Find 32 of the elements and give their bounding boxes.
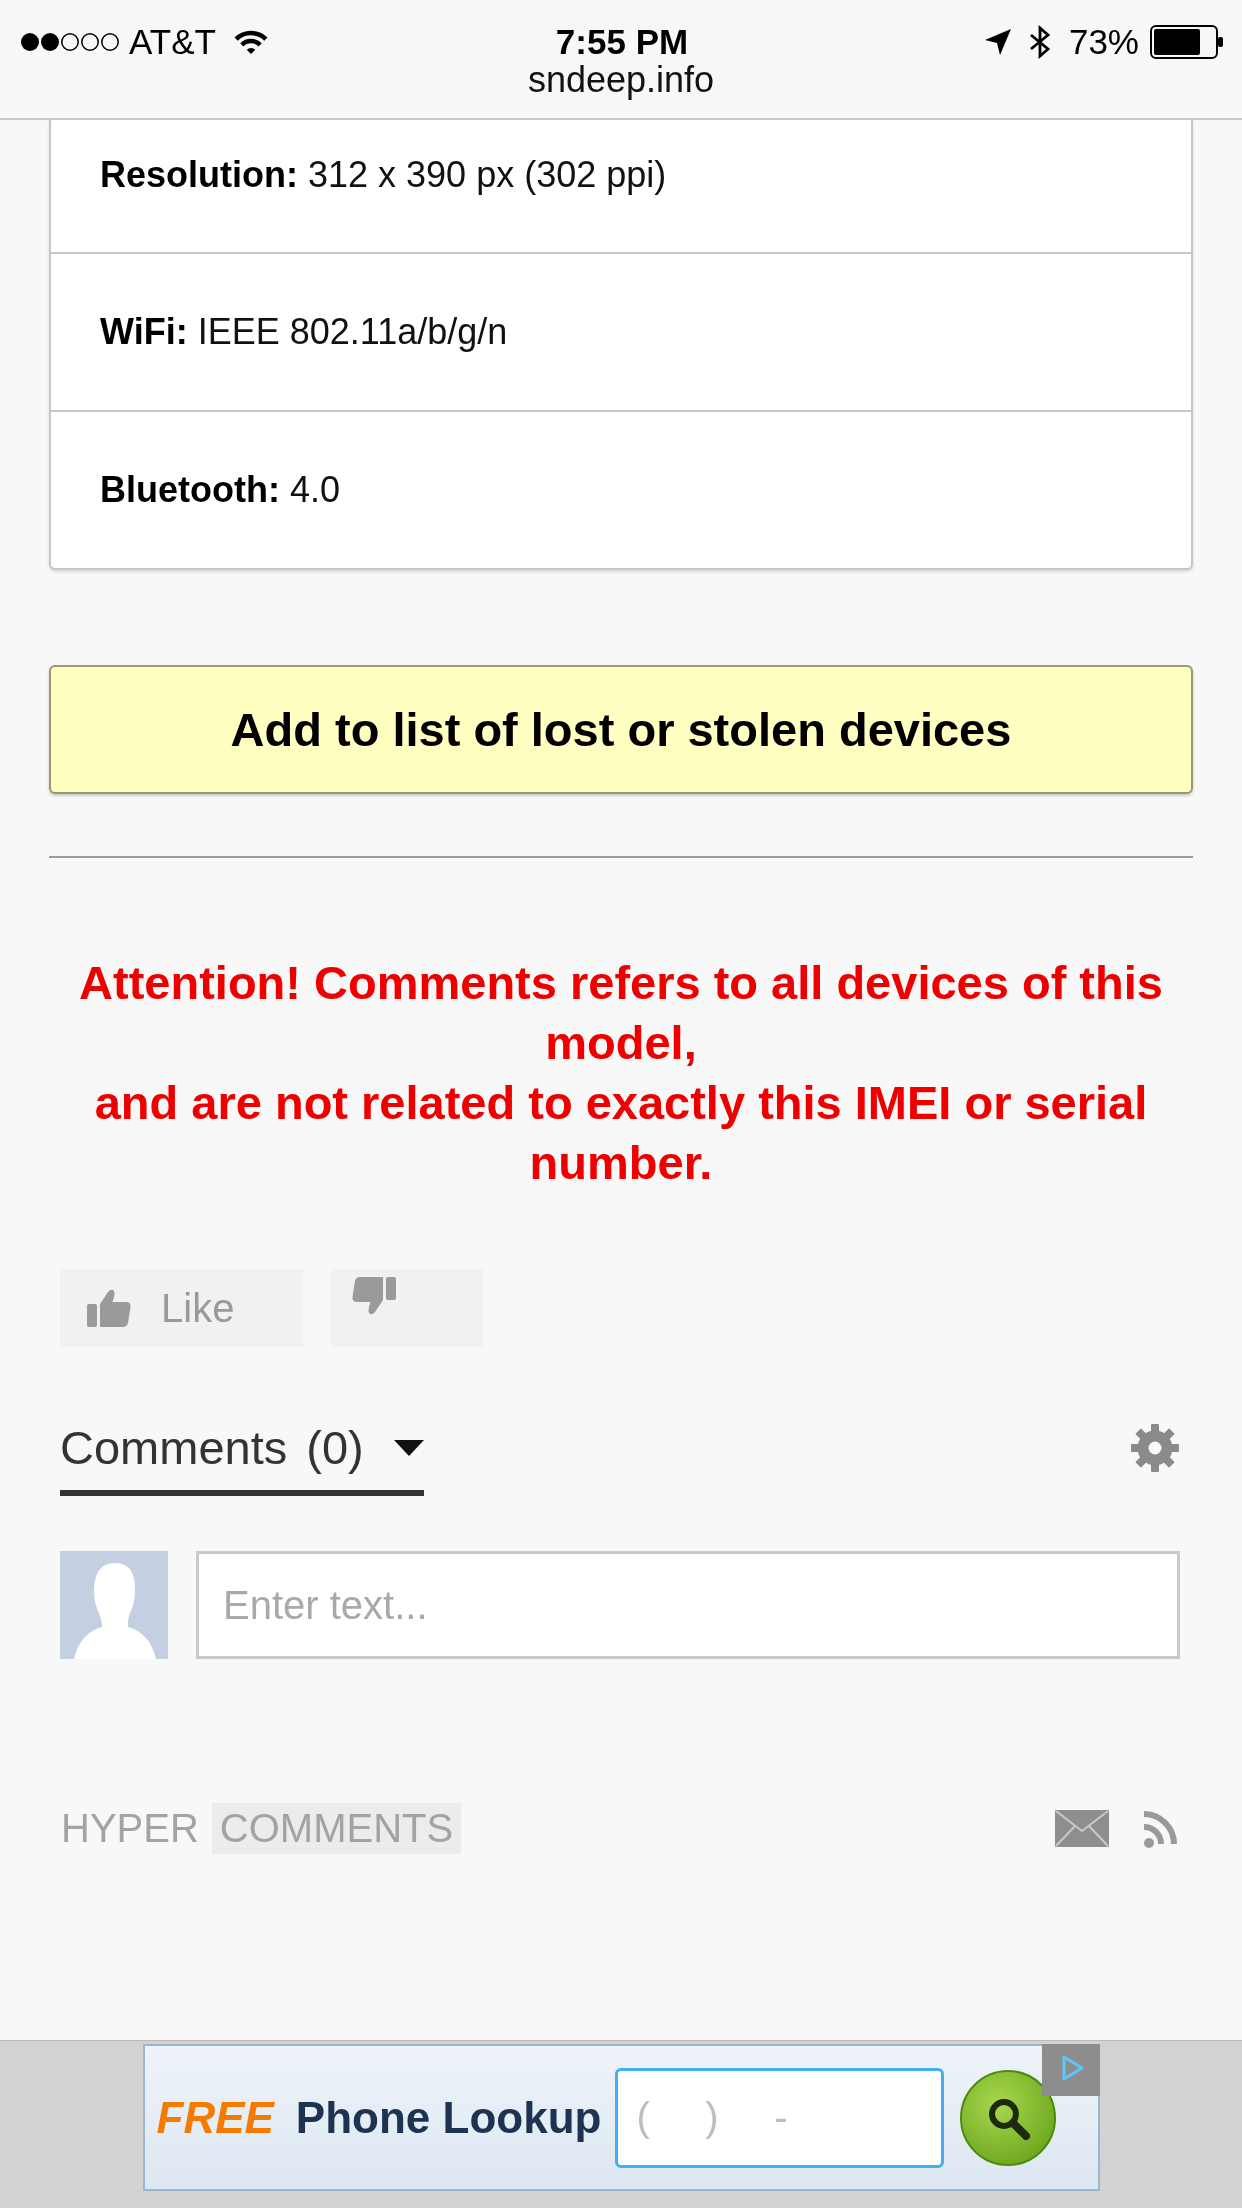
- status-time: 7:55 PM: [555, 22, 689, 62]
- wifi-icon: [232, 29, 269, 55]
- spec-value: IEEE 802.11a/b/g/n: [197, 311, 508, 352]
- logo-word: COMMENTS: [211, 1803, 462, 1854]
- spec-value: 312 x 390 px (302 ppi): [308, 154, 667, 195]
- ad-title: Phone Lookup: [295, 2092, 602, 2143]
- settings-icon[interactable]: [1130, 1423, 1180, 1473]
- spec-label: Bluetooth:: [100, 469, 280, 510]
- comment-input[interactable]: Enter text...: [196, 1551, 1180, 1659]
- thumbs-down-icon: [352, 1276, 396, 1316]
- warning-text: Attention! Comments refers to all devices of this model, and are not related to exactly this IMEI or serial number.: [78, 955, 1164, 1191]
- report-button[interactable]: Add to list of lost or stolen devices: [49, 665, 1193, 794]
- page-url: sndeep.info: [527, 62, 715, 98]
- logo-word: HYPER: [60, 1805, 200, 1852]
- battery-icon: [1150, 25, 1224, 59]
- phone-input[interactable]: ( ) -: [615, 2067, 945, 2168]
- thumbs-up-icon: [87, 1288, 131, 1328]
- caret-icon: [393, 1440, 424, 1456]
- spec-label: Resolution:: [100, 154, 298, 195]
- ad-promo-text: FREE: [156, 2092, 274, 2143]
- signal-strength-icon: [20, 32, 120, 52]
- dislike-button[interactable]: [331, 1269, 483, 1347]
- spec-label: WiFi:: [100, 311, 188, 352]
- carrier-name: AT&T: [129, 22, 216, 62]
- comments-tab[interactable]: Comments (0): [60, 1420, 424, 1496]
- rss-icon[interactable]: [1144, 1809, 1180, 1848]
- spec-value: 4.0: [289, 469, 340, 510]
- avatar-silhouette-icon: [60, 1551, 168, 1659]
- location-arrow-icon: [983, 28, 1012, 56]
- play-icon[interactable]: [1041, 2044, 1100, 2096]
- battery-percentage: 73%: [1068, 22, 1139, 62]
- mail-icon[interactable]: [1055, 1810, 1109, 1847]
